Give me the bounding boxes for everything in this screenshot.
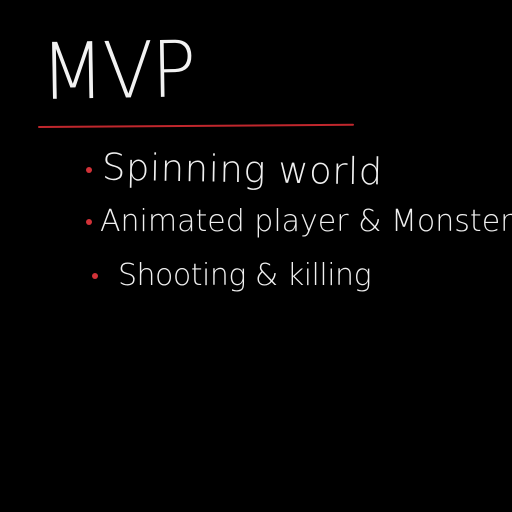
list-item: Shooting & killing	[92, 258, 372, 293]
bullet-dot-icon	[86, 218, 92, 225]
list-item: Animated player & Monsters	[86, 204, 512, 239]
list-item-text: Shooting & killing	[118, 258, 372, 293]
list-item: Spinning world	[86, 145, 384, 194]
bullet-dot-icon	[92, 272, 98, 279]
drawing-canvas: MVP Spinning world Animated player & Mon…	[0, 0, 512, 512]
list-item-text: Animated player & Monsters	[100, 204, 512, 239]
bullet-dot-icon	[86, 166, 92, 173]
bullet-list: Spinning world Animated player & Monster…	[0, 0, 512, 512]
list-item-text: Spinning world	[101, 145, 384, 194]
